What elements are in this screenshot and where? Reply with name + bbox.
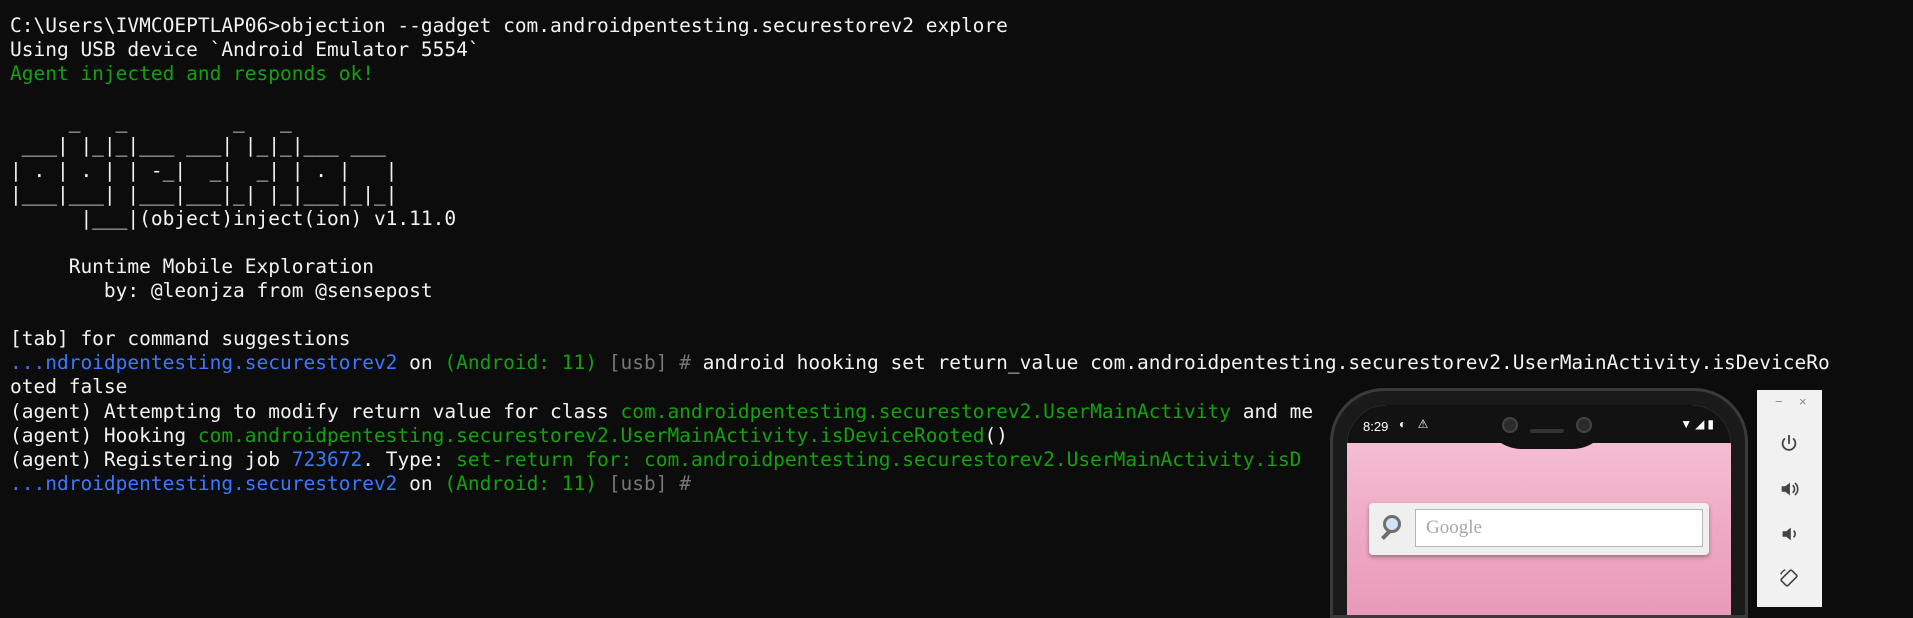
terminal-text: ___| |_|_|___ ___| |_|_|___ ___ xyxy=(10,134,386,158)
power-icon[interactable] xyxy=(1773,428,1805,460)
terminal-text: C:\Users\IVMCOEPTLAP06>objection --gadge… xyxy=(10,14,1008,37)
emulator-controls-panel: − × xyxy=(1757,390,1822,607)
terminal-text: (Android: 11) xyxy=(444,471,598,495)
terminal-text: Using USB device `Android Emulator 5554` xyxy=(10,38,480,62)
terminal-text: 723672 xyxy=(291,447,363,471)
terminal-text: [usb] # xyxy=(597,351,691,375)
google-search-widget[interactable]: Google xyxy=(1369,503,1709,555)
volume-up-icon[interactable] xyxy=(1773,473,1805,505)
terminal-text: |___|___| |___|___|_| |_|___|_|_| xyxy=(10,182,398,206)
terminal-line: |___|___| |___|___|_| |_|___|_|_| xyxy=(10,183,1900,207)
terminal-line: Agent injected and responds ok! xyxy=(10,62,1900,86)
terminal-text: oted false xyxy=(10,375,128,399)
terminal-text: _ _ _ _ xyxy=(10,110,292,134)
terminal-text: (agent) Registering job xyxy=(10,447,292,471)
speaker-grille xyxy=(1530,429,1564,433)
terminal-text: [tab] for command suggestions xyxy=(10,327,351,351)
terminal-text: (agent) Hooking xyxy=(10,423,198,447)
terminal-text: on xyxy=(397,471,445,495)
terminal-line: [tab] for command suggestions xyxy=(10,327,1900,351)
minimize-button[interactable]: − xyxy=(1775,394,1783,409)
terminal-text: .isDeviceRooted xyxy=(808,423,985,447)
search-icon[interactable] xyxy=(1375,511,1411,547)
terminal-text: (agent) Attempting to modify return valu… xyxy=(10,399,621,423)
terminal-text: set-return for: com.androidpentesting.se… xyxy=(456,447,1302,471)
emulator-screen[interactable]: 8:29 ◐ ⚠ ▼◢▮ Google xyxy=(1347,405,1731,615)
terminal-text: | . | . | | -_| _| _| | . | | xyxy=(10,158,398,182)
status-time: 8:29 xyxy=(1363,419,1389,434)
terminal-line: by: @leonjza from @sensepost xyxy=(10,279,1900,303)
terminal-line: |___|(object)inject(ion) v1.11.0 xyxy=(10,207,1900,231)
terminal-line: Using USB device `Android Emulator 5554` xyxy=(10,38,1900,62)
terminal-line: _ _ _ _ xyxy=(10,110,1900,134)
terminal-text: [usb] # xyxy=(597,471,691,495)
terminal-text: ...ndroidpentesting.securestorev2 xyxy=(10,351,398,375)
terminal-text: |___|(object)inject(ion) v1.11.0 xyxy=(10,206,457,230)
status-notification-icons: ◐ ⚠ xyxy=(1399,417,1433,431)
terminal-line: | . | . | | -_| _| _| | . | | xyxy=(10,159,1900,183)
close-button[interactable]: × xyxy=(1799,394,1807,409)
terminal-text: by: @leonjza from @sensepost xyxy=(10,279,433,303)
terminal-text: Agent injected and responds ok! xyxy=(10,62,374,86)
terminal-text: on xyxy=(397,351,445,375)
terminal-text: and me xyxy=(1230,399,1314,423)
volume-down-icon[interactable] xyxy=(1773,518,1805,550)
terminal-text: com.androidpentesting.securestorev2.User… xyxy=(620,399,1231,423)
status-system-icons: ▼◢▮ xyxy=(1680,417,1717,431)
camera-icon xyxy=(1502,417,1518,433)
rotate-icon[interactable] xyxy=(1773,562,1805,594)
search-input[interactable]: Google xyxy=(1415,509,1703,547)
terminal-text: . Type: xyxy=(362,447,457,471)
terminal-line: Runtime Mobile Exploration xyxy=(10,255,1900,279)
camera-icon xyxy=(1576,417,1592,433)
terminal-text: (Android: 11) xyxy=(444,351,598,375)
terminal-line: ...ndroidpentesting.securestorev2 on (An… xyxy=(10,351,1900,375)
terminal-text: android hooking set return_value com.and… xyxy=(690,351,1830,375)
terminal-text: ...ndroidpentesting.securestorev2 xyxy=(10,471,398,495)
android-emulator[interactable]: 8:29 ◐ ⚠ ▼◢▮ Google xyxy=(1330,388,1748,618)
terminal-text: Runtime Mobile Exploration xyxy=(10,254,374,278)
camera-notch xyxy=(1482,405,1612,449)
terminal-text: () xyxy=(984,423,1008,447)
terminal-line: C:\Users\IVMCOEPTLAP06>objection --gadge… xyxy=(10,14,1900,38)
terminal-text: com.androidpentesting.securestorev2.User… xyxy=(197,423,809,447)
terminal-line: ___| |_|_|___ ___| |_|_|___ ___ xyxy=(10,134,1900,158)
